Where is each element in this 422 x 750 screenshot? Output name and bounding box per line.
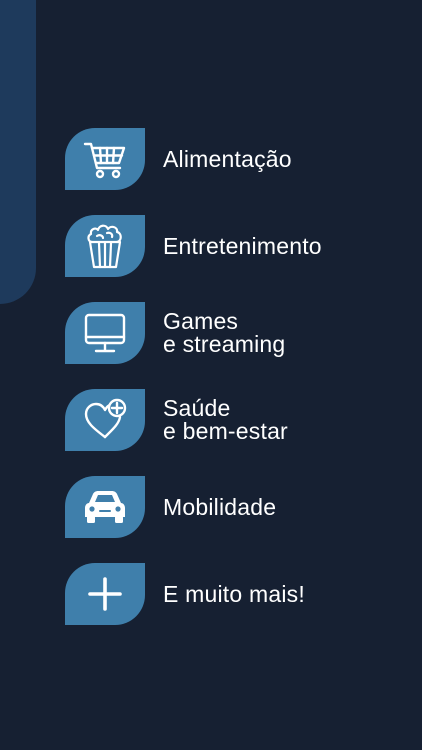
icon-tile: [65, 215, 145, 277]
popcorn-icon: [83, 222, 127, 270]
feature-item-alimentacao: Alimentação: [65, 128, 405, 190]
plus-icon: [85, 574, 125, 614]
icon-tile: [65, 128, 145, 190]
icon-tile: [65, 563, 145, 625]
feature-label-line: e streaming: [163, 331, 286, 357]
icon-tile: [65, 389, 145, 451]
feature-label-line: Entretenimento: [163, 232, 322, 259]
icon-tile: [65, 302, 145, 364]
car-icon: [79, 487, 131, 527]
heart-plus-icon: [81, 397, 129, 443]
feature-label: Mobilidade: [163, 493, 277, 520]
feature-item-entretenimento: Entretenimento: [65, 215, 405, 277]
feature-item-games-streaming: Games e streaming: [65, 302, 405, 364]
feature-item-e-muito-mais: E muito mais!: [65, 563, 405, 625]
feature-label: Alimentação: [163, 145, 292, 172]
feature-label-line: e bem-estar: [163, 418, 288, 444]
feature-label: Entretenimento: [163, 232, 322, 259]
feature-label-line: Alimentação: [163, 145, 292, 172]
monitor-icon: [81, 311, 129, 355]
shopping-cart-icon: [82, 136, 128, 182]
feature-label-line: E muito mais!: [163, 580, 305, 607]
feature-item-saude-bem-estar: Saúde e bem-estar: [65, 389, 405, 451]
feature-label: Saúde e bem-estar: [163, 397, 288, 443]
feature-item-mobilidade: Mobilidade: [65, 476, 405, 538]
feature-label: Games e streaming: [163, 310, 285, 356]
side-accent-shape: [0, 0, 36, 304]
icon-tile: [65, 476, 145, 538]
feature-label-line: Games: [163, 308, 239, 334]
feature-label-line: Mobilidade: [163, 493, 277, 520]
feature-label-line: Saúde: [163, 395, 231, 421]
feature-label: E muito mais!: [163, 580, 305, 607]
